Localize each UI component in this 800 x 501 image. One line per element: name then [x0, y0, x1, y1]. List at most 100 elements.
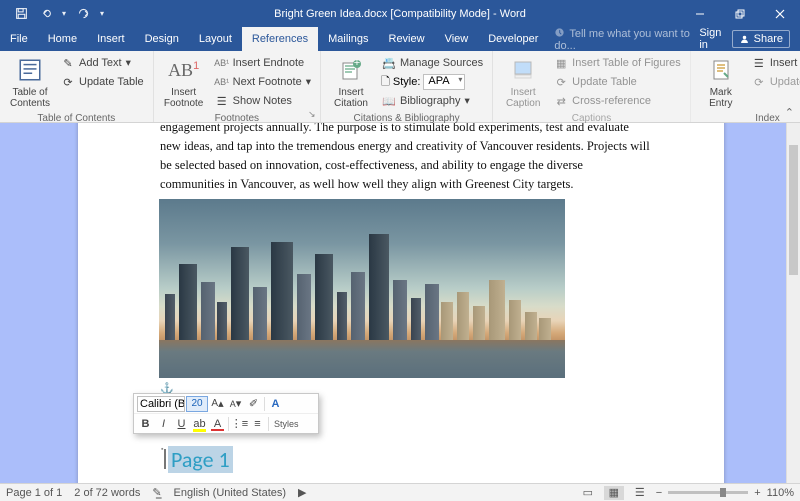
footnote-big-icon: AB1 [169, 55, 199, 85]
close-icon[interactable] [760, 0, 800, 27]
undo-icon[interactable] [34, 3, 56, 25]
group-toc: Table of Contents ✎Add Text ▾ ⟳Update Ta… [0, 51, 154, 122]
menu-bar: File Home Insert Design Layout Reference… [0, 27, 800, 51]
manage-sources-button[interactable]: 📇Manage Sources [379, 54, 486, 72]
tab-insert[interactable]: Insert [87, 27, 135, 51]
page[interactable]: engagement projects annually. The purpos… [78, 123, 724, 483]
footer-page-number[interactable]: Page 1 [168, 446, 233, 473]
grow-font-icon[interactable]: A▴ [209, 395, 226, 412]
mini-font-size[interactable]: 20 [186, 396, 208, 412]
mark-entry-icon [706, 55, 736, 85]
spellcheck-icon[interactable]: ✎̲ [152, 486, 161, 499]
zoom-in-icon[interactable]: + [754, 487, 760, 499]
document-body-text[interactable]: engagement projects annually. The purpos… [160, 123, 650, 194]
insert-footnote-button[interactable]: AB1 Insert Footnote [158, 53, 210, 111]
font-color-icon[interactable]: A [209, 415, 226, 432]
tab-developer[interactable]: Developer [478, 27, 548, 51]
style-icon: 🗋 [381, 73, 390, 92]
qat-dropdown-icon[interactable]: ▾ [58, 3, 70, 25]
zoom-level[interactable]: 110% [767, 487, 794, 499]
cross-reference-button[interactable]: ⇄Cross-reference [551, 92, 684, 110]
update-index-button[interactable]: ⟳Update Index [749, 73, 800, 91]
read-mode-icon[interactable]: ▭ [578, 486, 598, 500]
insert-index-button[interactable]: ☰Insert Index [749, 54, 800, 72]
bibliography-icon: 📖 [382, 94, 396, 108]
bibliography-button[interactable]: 📖Bibliography ▾ [379, 92, 486, 110]
mini-font-dropdown[interactable]: Calibri (B▾ [137, 396, 185, 412]
text-cursor [164, 449, 166, 469]
vertical-scrollbar[interactable] [786, 123, 800, 483]
numbering-icon[interactable]: ≡ [249, 415, 266, 432]
style-dropdown[interactable]: APA [423, 74, 465, 90]
sign-in-link[interactable]: Sign in [699, 27, 723, 51]
insert-endnote-button[interactable]: AB¹Insert Endnote [212, 54, 314, 72]
bold-icon[interactable]: B [137, 415, 154, 432]
italic-icon[interactable]: I [155, 415, 172, 432]
language-indicator[interactable]: English (United States) [174, 487, 287, 499]
word-count[interactable]: 2 of 72 words [74, 487, 140, 499]
add-text-icon: ✎ [61, 56, 75, 70]
styles-icon[interactable]: A [267, 395, 284, 412]
insert-citation-button[interactable]: + Insert Citation [325, 53, 377, 111]
zoom-slider[interactable] [668, 491, 748, 494]
minimize-icon[interactable] [680, 0, 720, 27]
update-toc-button[interactable]: ⟳Update Table [58, 73, 147, 91]
tab-layout[interactable]: Layout [189, 27, 242, 51]
update-icon: ⟳ [554, 75, 568, 89]
manage-sources-icon: 📇 [382, 56, 396, 70]
tab-view[interactable]: View [435, 27, 479, 51]
ribbon: Table of Contents ✎Add Text ▾ ⟳Update Ta… [0, 51, 800, 123]
endnote-icon: AB¹ [215, 56, 229, 70]
update-icon: ⟳ [752, 75, 766, 89]
update-icon: ⟳ [61, 75, 75, 89]
mini-styles-label[interactable]: Styles [271, 419, 302, 429]
tab-design[interactable]: Design [135, 27, 189, 51]
table-of-contents-button[interactable]: Table of Contents [4, 53, 56, 111]
format-painter-icon[interactable]: ✐ [245, 395, 262, 412]
citation-style-row: 🗋 Style: APA [379, 73, 486, 91]
tab-home[interactable]: Home [38, 27, 87, 51]
document-image[interactable] [159, 199, 565, 378]
zoom-out-icon[interactable]: − [656, 487, 662, 499]
save-icon[interactable] [10, 3, 32, 25]
mark-entry-button[interactable]: Mark Entry [695, 53, 747, 111]
window-controls [680, 0, 800, 27]
crossref-icon: ⇄ [554, 94, 568, 108]
next-footnote-button[interactable]: AB¹Next Footnote ▾ [212, 73, 314, 91]
document-title: Bright Green Idea.docx [Compatibility Mo… [274, 8, 526, 20]
caption-icon [508, 55, 538, 85]
update-figures-button[interactable]: ⟳Update Table [551, 73, 684, 91]
show-notes-icon: ☰ [215, 94, 229, 108]
bullets-icon[interactable]: ⋮≡ [231, 415, 248, 432]
tab-file[interactable]: File [0, 27, 38, 51]
next-footnote-icon: AB¹ [215, 75, 229, 89]
underline-icon[interactable]: U [173, 415, 190, 432]
web-layout-icon[interactable]: ☰ [630, 486, 650, 500]
table-of-figures-button[interactable]: ▦Insert Table of Figures [551, 54, 684, 72]
insert-caption-button[interactable]: Insert Caption [497, 53, 549, 111]
scroll-thumb[interactable] [789, 145, 798, 275]
print-layout-icon[interactable]: ▦ [604, 486, 624, 500]
highlight-icon[interactable]: ab [191, 415, 208, 432]
redo-icon[interactable] [72, 3, 94, 25]
group-footnotes: AB1 Insert Footnote AB¹Insert Endnote AB… [154, 51, 321, 122]
tell-me-search[interactable]: Tell me what you want to do... [554, 27, 699, 52]
tab-mailings[interactable]: Mailings [318, 27, 378, 51]
tab-review[interactable]: Review [379, 27, 435, 51]
share-button[interactable]: Share [732, 30, 790, 48]
dialog-launcher-icon[interactable]: ↘ [308, 109, 318, 119]
mini-toolbar: Calibri (B▾ 20 A▴ A▾ ✐ A B I U ab A ⋮≡ ≡… [133, 393, 319, 434]
restore-icon[interactable] [720, 0, 760, 27]
macro-icon[interactable]: ▶ [298, 486, 306, 499]
shrink-font-icon[interactable]: A▾ [227, 395, 244, 412]
qat-customize-icon[interactable]: ▾ [96, 3, 108, 25]
show-notes-button[interactable]: ☰Show Notes [212, 92, 314, 110]
page-indicator[interactable]: Page 1 of 1 [6, 487, 62, 499]
insert-index-icon: ☰ [752, 56, 766, 70]
tab-references[interactable]: References [242, 27, 318, 51]
group-captions: Insert Caption ▦Insert Table of Figures … [493, 51, 691, 122]
figures-icon: ▦ [554, 56, 568, 70]
collapse-ribbon-icon[interactable]: ⌃ [785, 106, 794, 119]
style-label: Style: [393, 76, 421, 88]
add-text-button[interactable]: ✎Add Text ▾ [58, 54, 147, 72]
